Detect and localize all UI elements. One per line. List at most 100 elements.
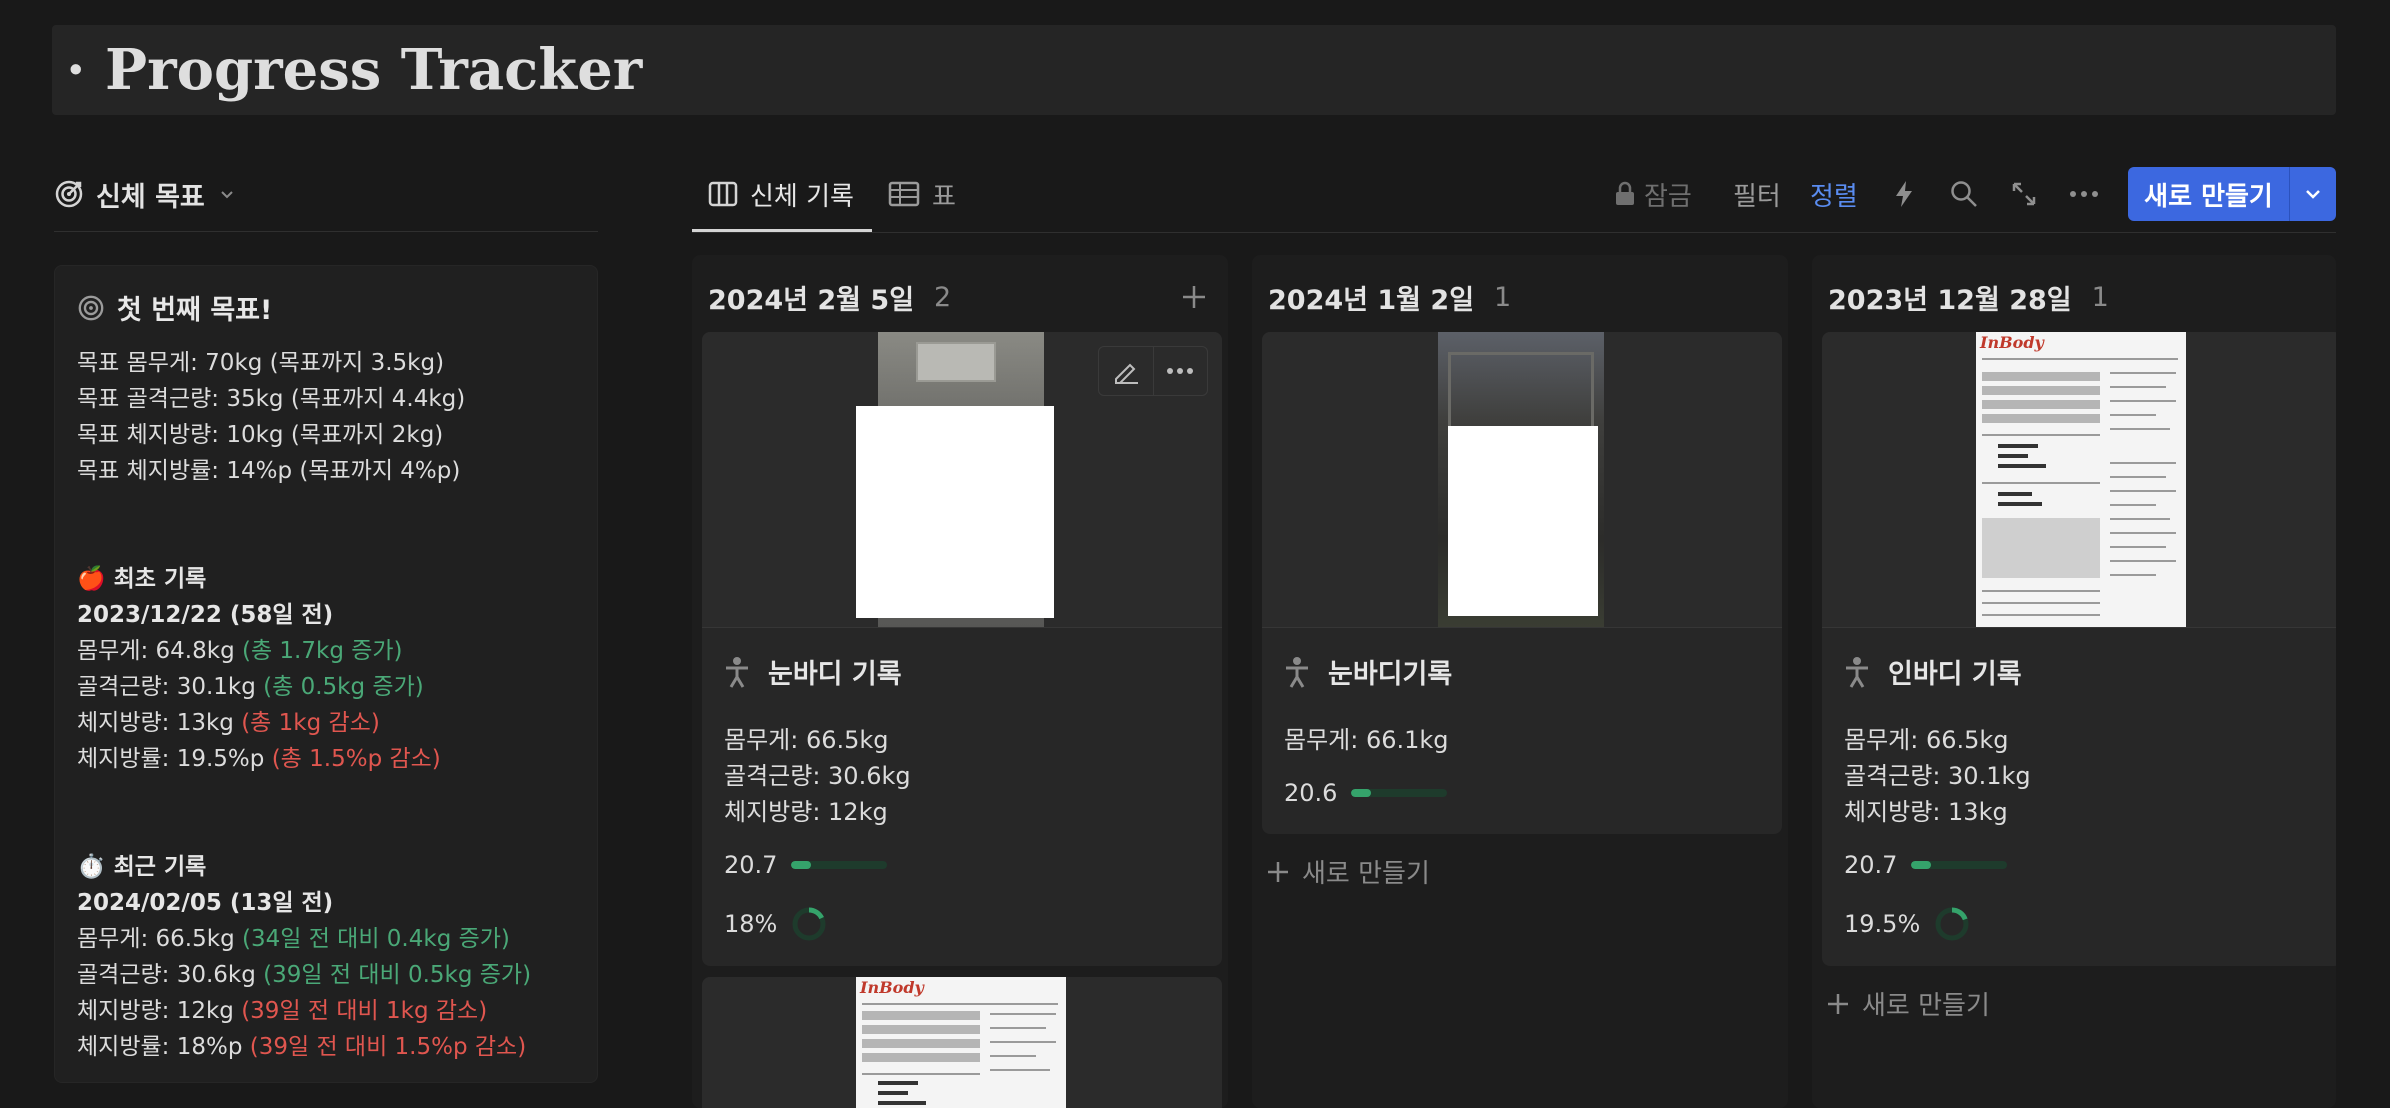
card-property: 체지방량: 13kg [1844, 798, 2008, 826]
card-title-text: 인바디 기록 [1888, 659, 2022, 690]
column-count: 2 [934, 281, 952, 313]
record-card[interactable]: 눈바디 기록 몸무게: 66.5kg 골격근량: 30.6kg 체지방량: 12… [702, 332, 1222, 966]
chevron-down-icon[interactable] [217, 184, 237, 204]
card-property: 몸무게: 66.5kg [724, 726, 889, 754]
tab-table[interactable]: 표 [888, 172, 956, 216]
sort-button[interactable]: 정렬 [1810, 172, 1858, 216]
goal-section-label: 신체 목표 [96, 181, 205, 213]
column-header[interactable]: 2024년 1월 2일 1 [1268, 275, 1511, 319]
page-title-bar: · Progress Tracker [52, 25, 2336, 115]
board-column: 2023년 12월 28일 1 InBody 인바디 기록 몸무게: 66.5k… [1812, 255, 2336, 1108]
progress-bar [1351, 789, 1448, 797]
lock-icon [1616, 181, 1634, 205]
new-card-button[interactable]: 새로 만들기 [1266, 853, 1430, 890]
column-header[interactable]: 2023년 12월 28일 1 [1828, 275, 2109, 319]
column-date: 2024년 1월 2일 [1268, 284, 1475, 316]
first-record-line: 체지방량: 13kg (총 1kg 감소) [77, 710, 380, 736]
board-icon [708, 181, 738, 207]
ring-value: 18% [724, 910, 778, 938]
privacy-mask [856, 406, 1054, 618]
target-line: 목표 체지방률: 14%p (목표까지 4%p) [77, 458, 461, 484]
plus-icon [1828, 993, 1848, 1014]
record-card[interactable]: 눈바디기록 몸무게: 66.1kg 20.6 [1262, 332, 1782, 834]
inbody-sheet-image: InBody [856, 977, 1066, 1108]
new-options-button[interactable] [2290, 167, 2336, 221]
first-record-label: 🍎 최초 기록 [77, 566, 207, 592]
recent-record-label: ⏱️ 최근 기록 [77, 854, 207, 880]
recent-record-line: 체지방량: 12kg (39일 전 대비 1kg 감소) [77, 998, 488, 1024]
goal-card[interactable]: 첫 번째 목표! 목표 몸무게: 70kg (목표까지 3.5kg) 목표 골격… [54, 265, 598, 1083]
more-icon [1167, 368, 1194, 374]
inbody-logo: InBody [860, 978, 924, 997]
target-line: 목표 골격근량: 35kg (목표까지 4.4kg) [77, 386, 466, 412]
filter-label: 필터 [1733, 181, 1781, 212]
inbody-sheet-image: InBody [1976, 332, 2186, 627]
plus-icon [1183, 286, 1205, 308]
edit-button[interactable] [1099, 347, 1153, 395]
card-cover-photo [1262, 332, 1782, 628]
first-record-line: 골격근량: 30.1kg (총 0.5kg 증가) [77, 674, 424, 700]
card-title-text: 눈바디기록 [1328, 659, 1453, 690]
card-property: 체지방량: 12kg [724, 798, 888, 826]
expand-button[interactable] [2006, 176, 2042, 212]
card-more-button[interactable] [1152, 347, 1207, 395]
person-icon [726, 656, 748, 688]
new-button-group: 새로 만들기 [2128, 167, 2336, 221]
pencil-icon [1114, 363, 1138, 384]
tab-label: 신체 기록 [750, 181, 854, 212]
target-line: 목표 몸무게: 70kg (목표까지 3.5kg) [77, 350, 445, 376]
progress-bar-row: 20.7 [724, 851, 888, 879]
card-title: 인바디 기록 [1844, 652, 2022, 691]
tab-board[interactable]: 신체 기록 [708, 172, 854, 216]
progress-ring-row: 18% [724, 906, 827, 942]
card-cover-photo: InBody [1822, 332, 2336, 628]
progress-bar [1911, 861, 2008, 869]
page-title[interactable]: · Progress Tracker [66, 39, 642, 101]
card-property: 몸무게: 66.1kg [1284, 726, 1449, 754]
recent-record-date: 2024/02/05 (13일 전) [77, 890, 334, 916]
lock-button[interactable]: 잠금 [1614, 172, 1692, 216]
record-card[interactable]: InBody [702, 977, 1222, 1108]
lightning-icon [1896, 181, 1912, 207]
target-icon [55, 180, 83, 208]
recent-record-line: 몸무게: 66.5kg (34일 전 대비 0.4kg 증가) [77, 926, 510, 952]
new-button[interactable]: 새로 만들기 [2128, 167, 2290, 221]
bar-value: 20.6 [1284, 779, 1338, 807]
column-date: 2024년 2월 5일 [708, 284, 915, 316]
card-title-text: 눈바디 기록 [768, 659, 902, 690]
goal-card-heading: 첫 번째 목표! [77, 288, 272, 327]
record-card[interactable]: InBody [1822, 332, 2336, 966]
goal-card-title: 첫 번째 목표! [117, 295, 273, 326]
column-header[interactable]: 2024년 2월 5일 2 [708, 275, 951, 319]
card-title: 눈바디기록 [1284, 652, 1452, 691]
privacy-mask [1448, 426, 1598, 616]
lock-label: 잠금 [1644, 181, 1692, 212]
tab-label: 표 [932, 181, 956, 212]
column-count: 1 [1494, 281, 1512, 313]
automation-button[interactable] [1886, 176, 1922, 212]
sort-label: 정렬 [1810, 181, 1858, 212]
goal-section-header[interactable]: 신체 목표 [54, 172, 237, 216]
filter-button[interactable]: 필터 [1733, 172, 1781, 216]
first-record-line: 체지방률: 19.5%p (총 1.5%p 감소) [77, 746, 441, 772]
person-icon [1286, 656, 1308, 688]
new-card-button[interactable]: 새로 만들기 [1826, 985, 1990, 1022]
progress-ring [1935, 907, 1969, 941]
search-icon [1951, 181, 1977, 207]
more-icon [2070, 191, 2098, 197]
board-column: 2024년 1월 2일 1 눈바디기록 몸무게: 66.1kg 20.6 새로 … [1252, 255, 1788, 1108]
chevron-down-icon [2306, 190, 2320, 199]
card-title: 눈바디 기록 [724, 652, 902, 691]
add-card-button[interactable] [1174, 275, 1214, 319]
card-property: 골격근량: 30.6kg [724, 762, 911, 790]
card-actions [1098, 346, 1208, 396]
more-button[interactable] [2066, 176, 2102, 212]
plus-icon [1268, 861, 1288, 882]
new-card-label: 새로 만들기 [1862, 991, 1990, 1021]
target-line: 목표 체지방량: 10kg (목표까지 2kg) [77, 422, 444, 448]
new-card-label: 새로 만들기 [1302, 859, 1430, 889]
search-button[interactable] [1946, 176, 1982, 212]
inbody-logo: InBody [1980, 333, 2044, 352]
card-property: 골격근량: 30.1kg [1844, 762, 2031, 790]
expand-icon [2012, 182, 2036, 206]
